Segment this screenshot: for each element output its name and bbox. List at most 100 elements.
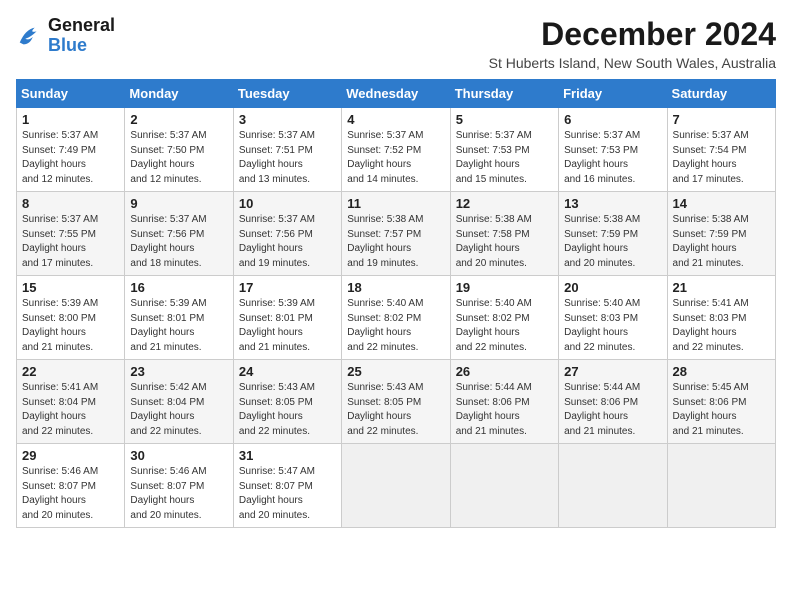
calendar-table: Sunday Monday Tuesday Wednesday Thursday… <box>16 79 776 528</box>
day-info: Sunrise: 5:37 AM Sunset: 7:56 PM Dayligh… <box>239 213 336 271</box>
day-info: Sunrise: 5:41 AM Sunset: 8:04 PM Dayligh… <box>22 381 119 439</box>
day-number: 20 <box>564 280 661 295</box>
day-info: Sunrise: 5:46 AM Sunset: 8:07 PM Dayligh… <box>130 465 227 523</box>
day-number: 31 <box>239 448 336 463</box>
calendar-cell <box>559 444 667 528</box>
day-number: 11 <box>347 196 444 211</box>
calendar-cell: 12 Sunrise: 5:38 AM Sunset: 7:58 PM Dayl… <box>450 192 558 276</box>
day-info: Sunrise: 5:37 AM Sunset: 7:53 PM Dayligh… <box>456 129 553 187</box>
day-info: Sunrise: 5:46 AM Sunset: 8:07 PM Dayligh… <box>22 465 119 523</box>
day-number: 6 <box>564 112 661 127</box>
day-number: 23 <box>130 364 227 379</box>
day-info: Sunrise: 5:37 AM Sunset: 7:50 PM Dayligh… <box>130 129 227 187</box>
day-number: 3 <box>239 112 336 127</box>
logo-text-line2: Blue <box>48 36 115 56</box>
day-number: 27 <box>564 364 661 379</box>
calendar-cell: 21 Sunrise: 5:41 AM Sunset: 8:03 PM Dayl… <box>667 276 775 360</box>
page-header: General Blue December 2024 St Huberts Is… <box>16 16 776 71</box>
day-number: 17 <box>239 280 336 295</box>
header-friday: Friday <box>559 80 667 108</box>
calendar-cell: 27 Sunrise: 5:44 AM Sunset: 8:06 PM Dayl… <box>559 360 667 444</box>
day-info: Sunrise: 5:44 AM Sunset: 8:06 PM Dayligh… <box>456 381 553 439</box>
calendar-cell: 2 Sunrise: 5:37 AM Sunset: 7:50 PM Dayli… <box>125 108 233 192</box>
calendar-cell: 16 Sunrise: 5:39 AM Sunset: 8:01 PM Dayl… <box>125 276 233 360</box>
calendar-cell: 29 Sunrise: 5:46 AM Sunset: 8:07 PM Dayl… <box>17 444 125 528</box>
day-info: Sunrise: 5:37 AM Sunset: 7:49 PM Dayligh… <box>22 129 119 187</box>
calendar-cell: 15 Sunrise: 5:39 AM Sunset: 8:00 PM Dayl… <box>17 276 125 360</box>
calendar-cell: 5 Sunrise: 5:37 AM Sunset: 7:53 PM Dayli… <box>450 108 558 192</box>
calendar-cell: 18 Sunrise: 5:40 AM Sunset: 8:02 PM Dayl… <box>342 276 450 360</box>
days-header-row: Sunday Monday Tuesday Wednesday Thursday… <box>17 80 776 108</box>
day-number: 21 <box>673 280 770 295</box>
day-number: 22 <box>22 364 119 379</box>
title-block: December 2024 St Huberts Island, New Sou… <box>489 16 776 71</box>
calendar-cell: 22 Sunrise: 5:41 AM Sunset: 8:04 PM Dayl… <box>17 360 125 444</box>
day-info: Sunrise: 5:43 AM Sunset: 8:05 PM Dayligh… <box>239 381 336 439</box>
day-info: Sunrise: 5:39 AM Sunset: 8:00 PM Dayligh… <box>22 297 119 355</box>
day-info: Sunrise: 5:38 AM Sunset: 7:59 PM Dayligh… <box>564 213 661 271</box>
day-number: 16 <box>130 280 227 295</box>
day-info: Sunrise: 5:39 AM Sunset: 8:01 PM Dayligh… <box>239 297 336 355</box>
calendar-cell: 1 Sunrise: 5:37 AM Sunset: 7:49 PM Dayli… <box>17 108 125 192</box>
day-info: Sunrise: 5:42 AM Sunset: 8:04 PM Dayligh… <box>130 381 227 439</box>
day-number: 25 <box>347 364 444 379</box>
calendar-cell: 28 Sunrise: 5:45 AM Sunset: 8:06 PM Dayl… <box>667 360 775 444</box>
calendar-cell: 14 Sunrise: 5:38 AM Sunset: 7:59 PM Dayl… <box>667 192 775 276</box>
day-number: 9 <box>130 196 227 211</box>
day-info: Sunrise: 5:38 AM Sunset: 7:57 PM Dayligh… <box>347 213 444 271</box>
calendar-cell: 24 Sunrise: 5:43 AM Sunset: 8:05 PM Dayl… <box>233 360 341 444</box>
day-number: 4 <box>347 112 444 127</box>
header-monday: Monday <box>125 80 233 108</box>
day-info: Sunrise: 5:37 AM Sunset: 7:55 PM Dayligh… <box>22 213 119 271</box>
day-info: Sunrise: 5:39 AM Sunset: 8:01 PM Dayligh… <box>130 297 227 355</box>
header-wednesday: Wednesday <box>342 80 450 108</box>
day-number: 13 <box>564 196 661 211</box>
day-info: Sunrise: 5:47 AM Sunset: 8:07 PM Dayligh… <box>239 465 336 523</box>
day-info: Sunrise: 5:40 AM Sunset: 8:03 PM Dayligh… <box>564 297 661 355</box>
week-row-2: 8 Sunrise: 5:37 AM Sunset: 7:55 PM Dayli… <box>17 192 776 276</box>
day-info: Sunrise: 5:37 AM Sunset: 7:54 PM Dayligh… <box>673 129 770 187</box>
day-info: Sunrise: 5:37 AM Sunset: 7:52 PM Dayligh… <box>347 129 444 187</box>
day-info: Sunrise: 5:41 AM Sunset: 8:03 PM Dayligh… <box>673 297 770 355</box>
logo: General Blue <box>16 16 115 56</box>
day-number: 2 <box>130 112 227 127</box>
calendar-cell: 23 Sunrise: 5:42 AM Sunset: 8:04 PM Dayl… <box>125 360 233 444</box>
day-info: Sunrise: 5:38 AM Sunset: 7:58 PM Dayligh… <box>456 213 553 271</box>
day-info: Sunrise: 5:44 AM Sunset: 8:06 PM Dayligh… <box>564 381 661 439</box>
day-number: 1 <box>22 112 119 127</box>
header-thursday: Thursday <box>450 80 558 108</box>
calendar-cell: 19 Sunrise: 5:40 AM Sunset: 8:02 PM Dayl… <box>450 276 558 360</box>
calendar-cell: 9 Sunrise: 5:37 AM Sunset: 7:56 PM Dayli… <box>125 192 233 276</box>
calendar-cell: 3 Sunrise: 5:37 AM Sunset: 7:51 PM Dayli… <box>233 108 341 192</box>
day-number: 19 <box>456 280 553 295</box>
week-row-5: 29 Sunrise: 5:46 AM Sunset: 8:07 PM Dayl… <box>17 444 776 528</box>
header-sunday: Sunday <box>17 80 125 108</box>
logo-text-line1: General <box>48 16 115 36</box>
day-number: 10 <box>239 196 336 211</box>
header-tuesday: Tuesday <box>233 80 341 108</box>
day-number: 14 <box>673 196 770 211</box>
day-number: 26 <box>456 364 553 379</box>
calendar-subtitle: St Huberts Island, New South Wales, Aust… <box>489 55 776 71</box>
calendar-cell: 17 Sunrise: 5:39 AM Sunset: 8:01 PM Dayl… <box>233 276 341 360</box>
calendar-cell: 26 Sunrise: 5:44 AM Sunset: 8:06 PM Dayl… <box>450 360 558 444</box>
calendar-cell: 30 Sunrise: 5:46 AM Sunset: 8:07 PM Dayl… <box>125 444 233 528</box>
day-info: Sunrise: 5:45 AM Sunset: 8:06 PM Dayligh… <box>673 381 770 439</box>
week-row-3: 15 Sunrise: 5:39 AM Sunset: 8:00 PM Dayl… <box>17 276 776 360</box>
day-number: 15 <box>22 280 119 295</box>
calendar-cell <box>342 444 450 528</box>
calendar-cell: 20 Sunrise: 5:40 AM Sunset: 8:03 PM Dayl… <box>559 276 667 360</box>
day-number: 7 <box>673 112 770 127</box>
day-info: Sunrise: 5:37 AM Sunset: 7:56 PM Dayligh… <box>130 213 227 271</box>
day-info: Sunrise: 5:37 AM Sunset: 7:53 PM Dayligh… <box>564 129 661 187</box>
day-number: 24 <box>239 364 336 379</box>
calendar-cell <box>450 444 558 528</box>
logo-icon <box>16 22 44 50</box>
calendar-cell: 10 Sunrise: 5:37 AM Sunset: 7:56 PM Dayl… <box>233 192 341 276</box>
calendar-cell <box>667 444 775 528</box>
day-info: Sunrise: 5:38 AM Sunset: 7:59 PM Dayligh… <box>673 213 770 271</box>
calendar-cell: 8 Sunrise: 5:37 AM Sunset: 7:55 PM Dayli… <box>17 192 125 276</box>
calendar-cell: 13 Sunrise: 5:38 AM Sunset: 7:59 PM Dayl… <box>559 192 667 276</box>
calendar-cell: 4 Sunrise: 5:37 AM Sunset: 7:52 PM Dayli… <box>342 108 450 192</box>
calendar-title: December 2024 <box>489 16 776 53</box>
